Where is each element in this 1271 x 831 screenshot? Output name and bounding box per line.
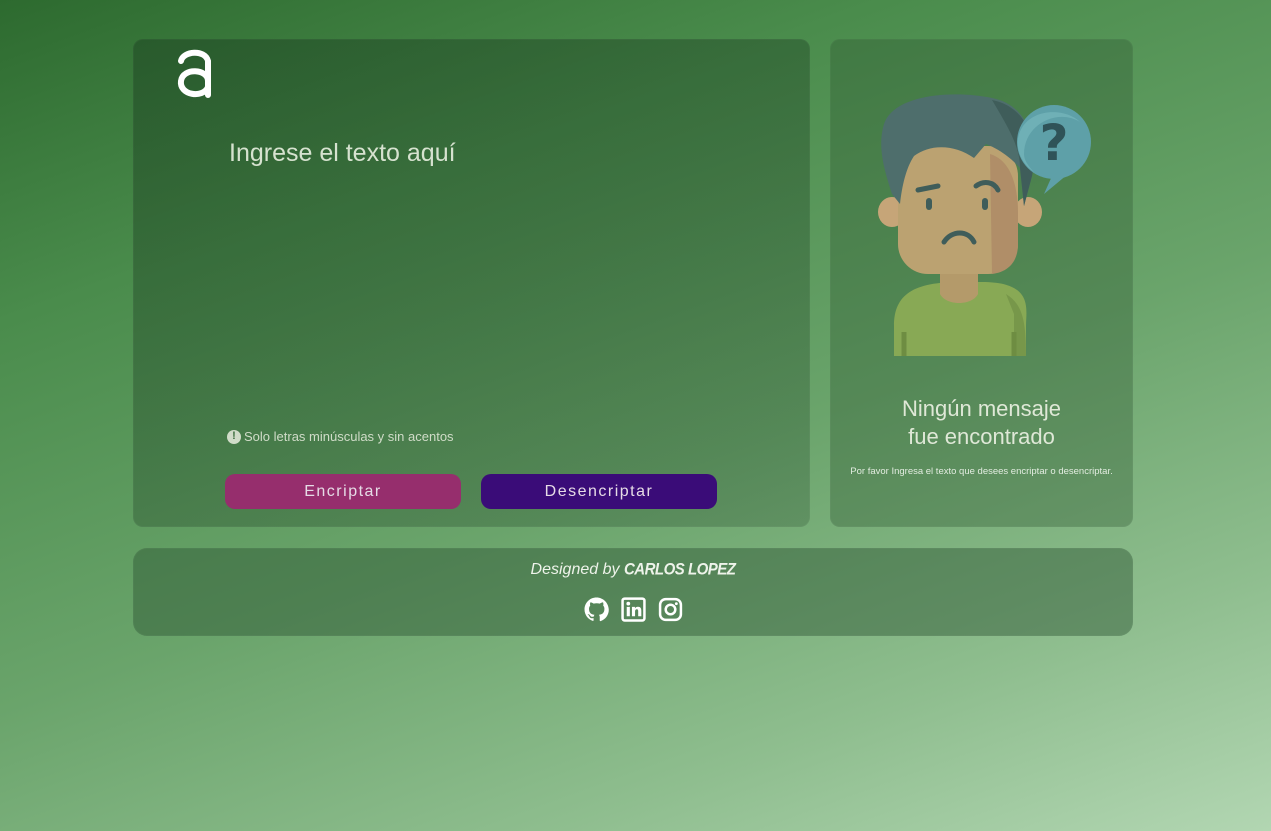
logo-icon — [178, 49, 211, 98]
hint: ! Solo letras minúsculas y sin acentos — [227, 429, 454, 444]
info-icon: ! — [227, 429, 241, 444]
svg-text:?: ? — [1039, 114, 1068, 172]
hint-text: Solo letras minúsculas y sin acentos — [244, 429, 454, 444]
no-message-subtitle: Por favor Ingresa el texto que desees en… — [850, 466, 1113, 477]
instagram-icon[interactable] — [658, 597, 683, 622]
message-input[interactable] — [229, 139, 749, 399]
encrypt-button[interactable]: Encriptar — [225, 474, 461, 509]
social-links — [133, 597, 1133, 622]
result-panel: ? Ningún mensaje fue encontrado Por favo… — [830, 39, 1133, 527]
confused-person-illustration: ? — [878, 94, 1091, 356]
credits: Designed by CARLOS LOPEZ — [133, 560, 1133, 579]
no-message-title-line2: fue encontrado — [908, 424, 1055, 449]
main-panel: ! Solo letras minúsculas y sin acentos E… — [133, 39, 810, 527]
no-message-title-line1: Ningún mensaje — [902, 396, 1061, 421]
author-name[interactable]: CARLOS LOPEZ — [624, 560, 736, 579]
github-icon[interactable] — [584, 597, 609, 622]
footer: Designed by CARLOS LOPEZ — [133, 548, 1133, 636]
decrypt-button[interactable]: Desencriptar — [481, 474, 717, 509]
designed-by-label: Designed by — [530, 561, 620, 578]
no-message-title: Ningún mensaje fue encontrado — [830, 395, 1133, 451]
linkedin-icon[interactable] — [620, 597, 646, 622]
